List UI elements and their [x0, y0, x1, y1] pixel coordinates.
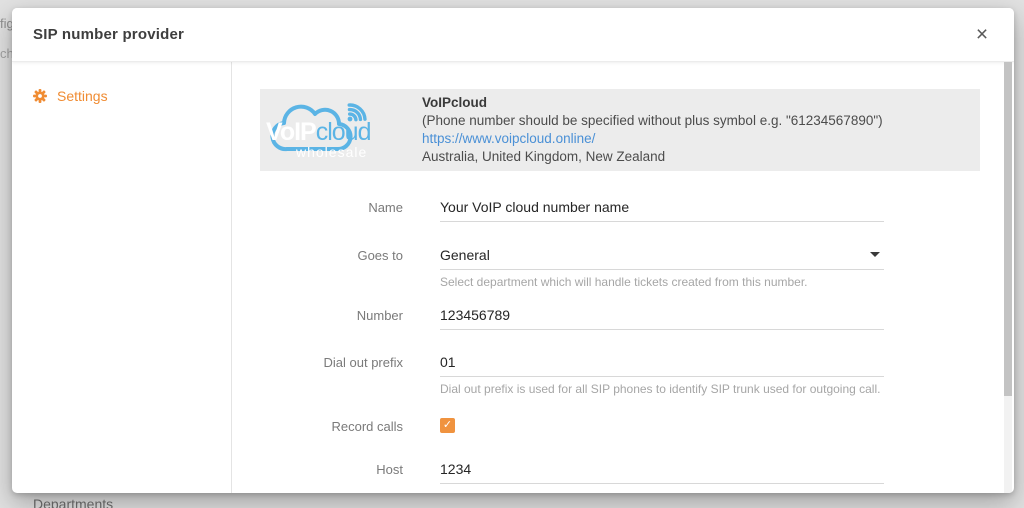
voipcloud-logo: VoIPcloud wholesale [262, 94, 387, 166]
record-calls-checkbox[interactable]: ✓ [440, 418, 455, 433]
dialog-header: SIP number provider × [12, 8, 1014, 62]
field-label-goes-to: Goes to [260, 247, 403, 289]
backdrop-departments-label: Departments [33, 496, 113, 508]
settings-panel: VoIPcloud wholesale VoIPcloud (Phone num… [232, 62, 1014, 493]
form-row-record-calls: Record calls ✓ [260, 418, 1014, 435]
host-input[interactable] [440, 461, 884, 477]
provider-note: (Phone number should be specified withou… [422, 112, 883, 130]
logo-cloud-text: cloud [316, 118, 371, 146]
dialog-body: Settings Vo [12, 62, 1014, 493]
provider-url-link[interactable]: https://www.voipcloud.online/ [422, 131, 595, 146]
number-input[interactable] [440, 307, 884, 323]
logo-wholesale-text: wholesale [296, 144, 367, 160]
provider-countries: Australia, United Kingdom, New Zealand [422, 148, 883, 166]
dial-out-prefix-hint: Dial out prefix is used for all SIP phon… [440, 382, 884, 396]
goes-to-selected-value: General [440, 247, 490, 263]
close-icon[interactable]: × [968, 21, 996, 49]
dial-out-prefix-input[interactable] [440, 354, 884, 370]
field-label-name: Name [260, 199, 403, 222]
chevron-down-icon [870, 252, 880, 257]
goes-to-hint: Select department which will handle tick… [440, 275, 884, 289]
form-row-host: Host [260, 461, 1014, 484]
field-label-host: Host [260, 461, 403, 484]
form-row-dial-out-prefix: Dial out prefix Dial out prefix is used … [260, 354, 1014, 396]
dialog-sidebar: Settings [12, 62, 232, 493]
field-label-number: Number [260, 307, 403, 330]
scrollbar-thumb[interactable] [1004, 62, 1012, 396]
field-label-record-calls: Record calls [260, 418, 403, 435]
checkmark-icon: ✓ [443, 420, 452, 431]
sidebar-item-label: Settings [57, 88, 108, 104]
goes-to-select[interactable]: General [440, 247, 884, 270]
provider-info-card: VoIPcloud wholesale VoIPcloud (Phone num… [260, 89, 980, 171]
gear-icon [33, 89, 47, 103]
form-row-number: Number [260, 307, 1014, 330]
name-input[interactable] [440, 199, 884, 215]
field-label-dial-out-prefix: Dial out prefix [260, 354, 403, 396]
form-row-name: Name [260, 199, 1014, 222]
sip-number-provider-dialog: SIP number provider × Settings [12, 8, 1014, 493]
scrollbar-track [1004, 62, 1012, 493]
sidebar-item-settings[interactable]: Settings [12, 88, 231, 104]
dialog-title: SIP number provider [33, 26, 184, 43]
provider-name: VoIPcloud [422, 94, 883, 112]
logo-wordmark: VoIPcloud [266, 120, 370, 145]
form-row-goes-to: Goes to General Select department which … [260, 247, 1014, 289]
logo-voip-text: VoIP [266, 118, 316, 146]
provider-description: VoIPcloud (Phone number should be specif… [422, 94, 883, 166]
